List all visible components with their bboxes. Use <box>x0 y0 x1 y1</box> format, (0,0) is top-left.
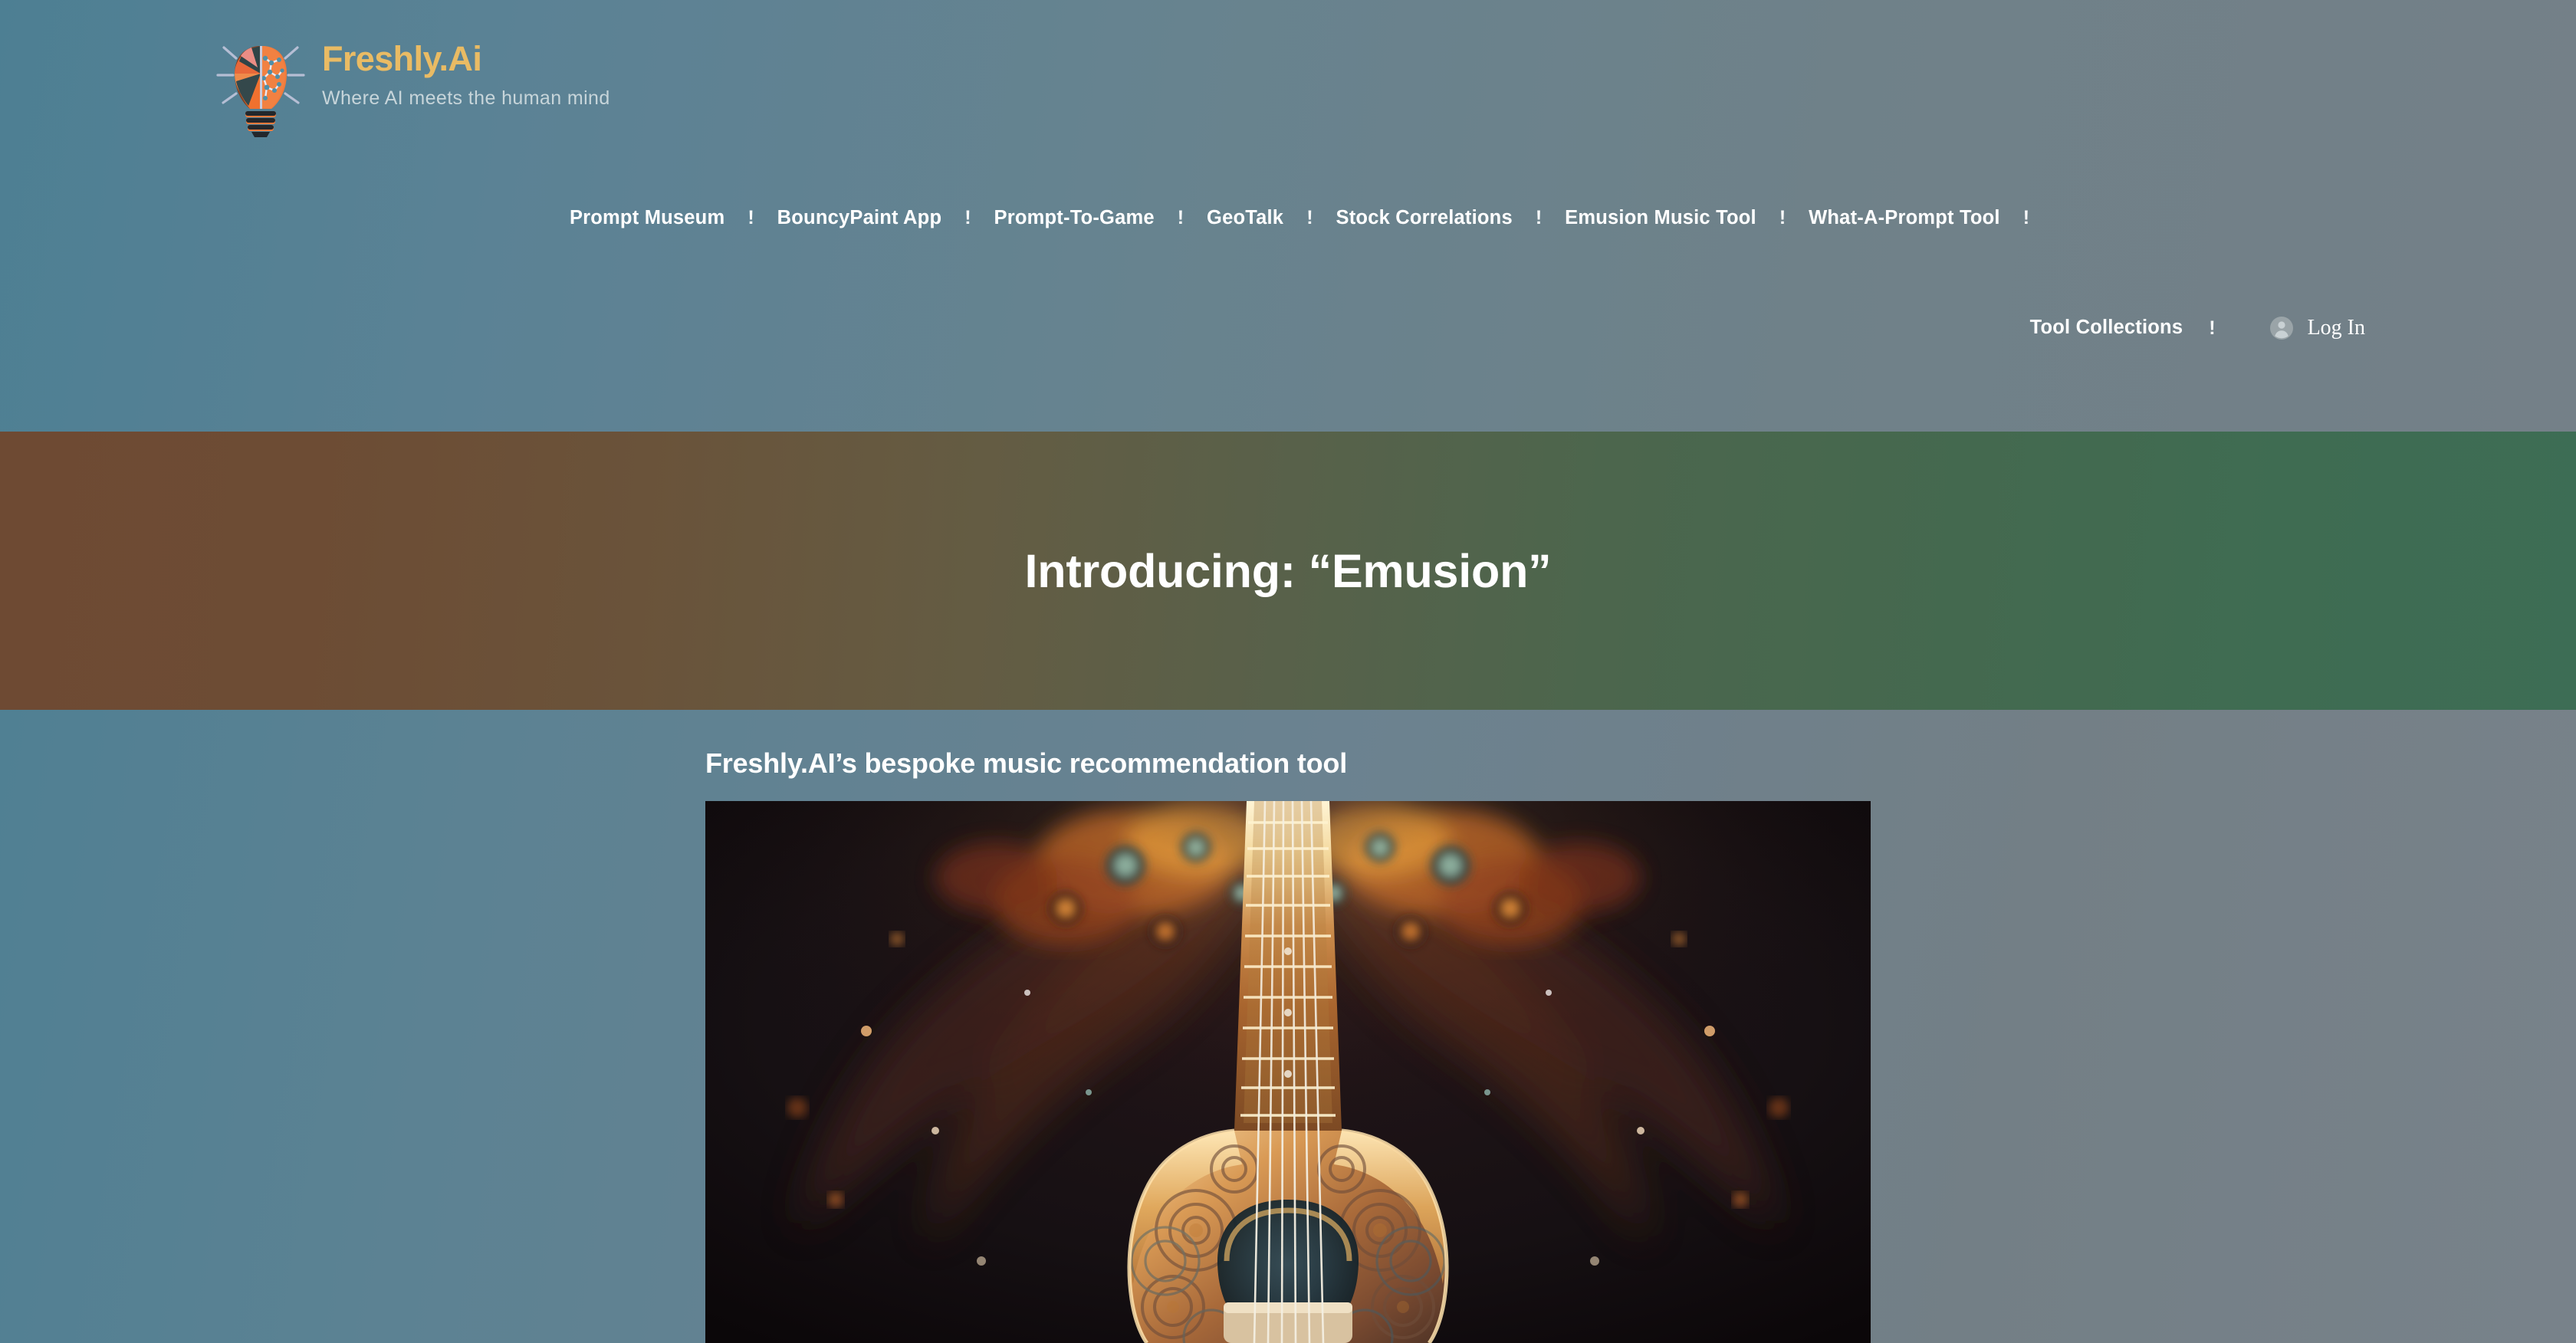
guitar-hero-image[interactable] <box>705 801 1871 1343</box>
account-circle-icon <box>2269 316 2294 340</box>
hero-title: Introducing: “Emusion” <box>1024 544 1552 597</box>
nav-item-prompt-museum[interactable]: Prompt Museum <box>570 208 724 228</box>
site-header: Freshly.Ai Where AI meets the human mind… <box>0 0 2576 432</box>
nav-item-prompt-to-game[interactable]: Prompt-To-Game <box>994 208 1155 228</box>
nav-item-bouncypaint-app[interactable]: BouncyPaint App <box>777 208 942 228</box>
brand-tagline: Where AI meets the human mind <box>322 87 610 109</box>
nav-item-geotalk[interactable]: GeoTalk <box>1207 208 1283 228</box>
brand-text: Freshly.Ai Where AI meets the human mind <box>322 35 610 110</box>
brand-title: Freshly.Ai <box>322 39 482 78</box>
primary-navigation: Prompt Museum ! BouncyPaint App ! Prompt… <box>0 207 2576 229</box>
nav-item-stock-correlations[interactable]: Stock Correlations <box>1336 208 1513 228</box>
nav-separator: ! <box>1177 207 1184 229</box>
nav-separator: ! <box>964 207 971 229</box>
guitar-artwork-icon <box>705 801 1871 1343</box>
nav-separator: ! <box>2209 317 2216 339</box>
nav-separator: ! <box>2022 207 2030 229</box>
page-subheading: Freshly.AI’s bespoke music recommendatio… <box>705 747 1348 779</box>
secondary-navigation: Tool Collections ! Log In <box>0 316 2576 340</box>
hero-banner: Introducing: “Emusion” <box>0 432 2576 710</box>
login-label: Log In <box>2307 316 2365 340</box>
nav-separator: ! <box>1779 207 1786 229</box>
main-content: Freshly.AI’s bespoke music recommendatio… <box>0 710 2576 1343</box>
nav-item-what-a-prompt-tool[interactable]: What-A-Prompt Tool <box>1809 208 2000 228</box>
nav-separator: ! <box>748 207 754 229</box>
nav-separator: ! <box>1535 207 1543 229</box>
login-button[interactable]: Log In <box>2269 316 2365 340</box>
nav-separator: ! <box>1306 207 1313 229</box>
nav-item-tool-collections[interactable]: Tool Collections <box>2030 318 2183 338</box>
brand-block[interactable]: Freshly.Ai Where AI meets the human mind <box>213 35 610 138</box>
nav-item-emusion-music-tool[interactable]: Emusion Music Tool <box>1565 208 1756 228</box>
brain-lightbulb-logo-icon[interactable] <box>213 35 308 138</box>
